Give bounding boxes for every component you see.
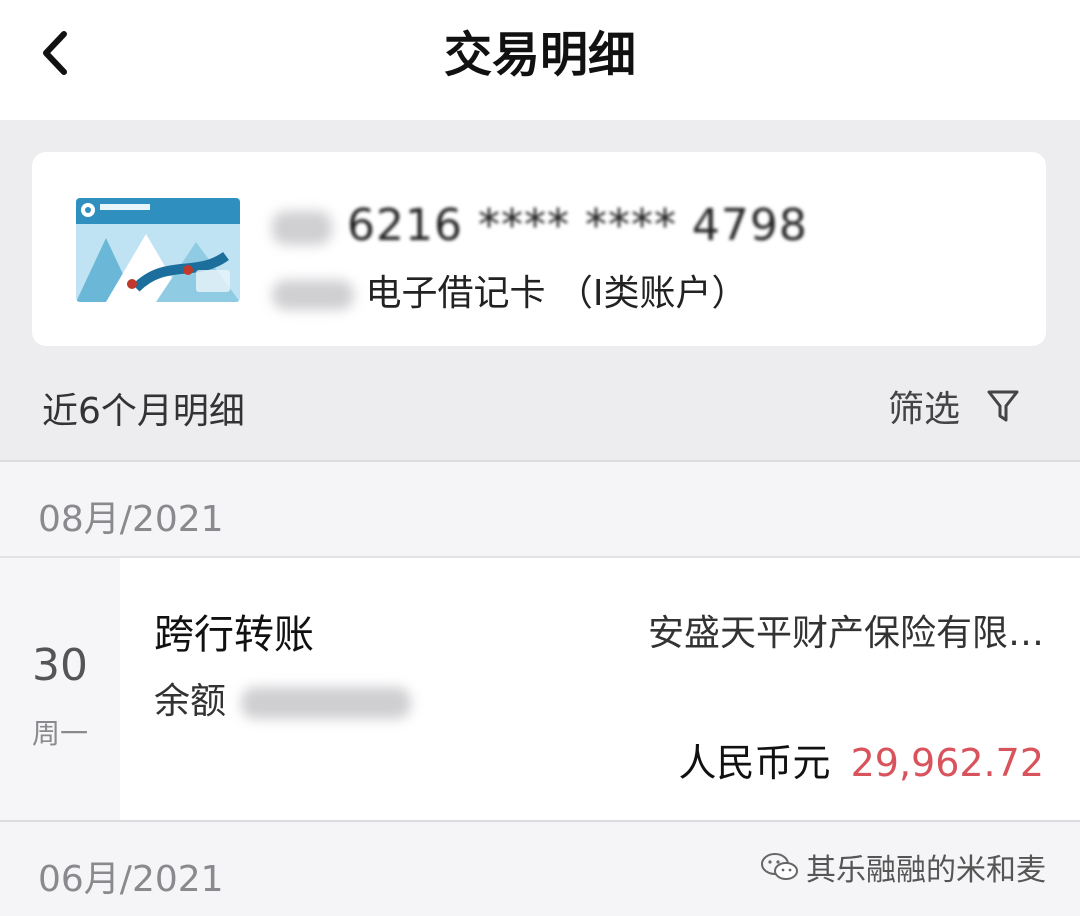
- transaction-amount-row: 人民币元 29,962.72: [678, 732, 1044, 787]
- bank-card-panel[interactable]: 6216 **** **** 4798 电子借记卡 （I类账户）: [32, 152, 1046, 346]
- watermark: 其乐融融的米和麦: [760, 845, 1046, 889]
- top-navigation-bar: 交易明细: [0, 0, 1080, 120]
- wechat-icon: [761, 853, 798, 880]
- filter-funnel-icon: [987, 390, 1019, 422]
- month-label: 08月/2021: [38, 499, 224, 540]
- transaction-weekday: 周一: [31, 717, 88, 750]
- month-label: 06月/2021: [38, 859, 224, 900]
- period-label: 近6个月明细: [42, 391, 245, 432]
- transaction-date: 30 周一: [0, 558, 120, 820]
- card-number: 6216 **** **** 4798: [272, 200, 808, 251]
- currency-label: 人民币元: [678, 741, 831, 785]
- transaction-counterparty: 安盛天平财产保险有限…: [647, 613, 1044, 654]
- transaction-row[interactable]: 30 周一 跨行转账 安盛天平财产保险有限… 余额 人民币元 29,962.72: [0, 556, 1080, 822]
- filter-button[interactable]: 筛选: [888, 380, 1020, 432]
- transaction-day: 30: [32, 640, 88, 691]
- watermark-text: 其乐融融的米和麦: [806, 853, 1046, 888]
- month-header: 08月/2021: [0, 460, 1080, 556]
- bank-card-image: [76, 198, 240, 302]
- filter-label: 筛选: [888, 389, 961, 430]
- transaction-type: 跨行转账: [154, 612, 314, 658]
- page-title: 交易明细: [443, 27, 636, 83]
- balance-label: 余额: [154, 672, 412, 724]
- card-type: 电子借记卡 （I类账户）: [272, 264, 748, 316]
- transaction-amount: 29,962.72: [850, 741, 1044, 785]
